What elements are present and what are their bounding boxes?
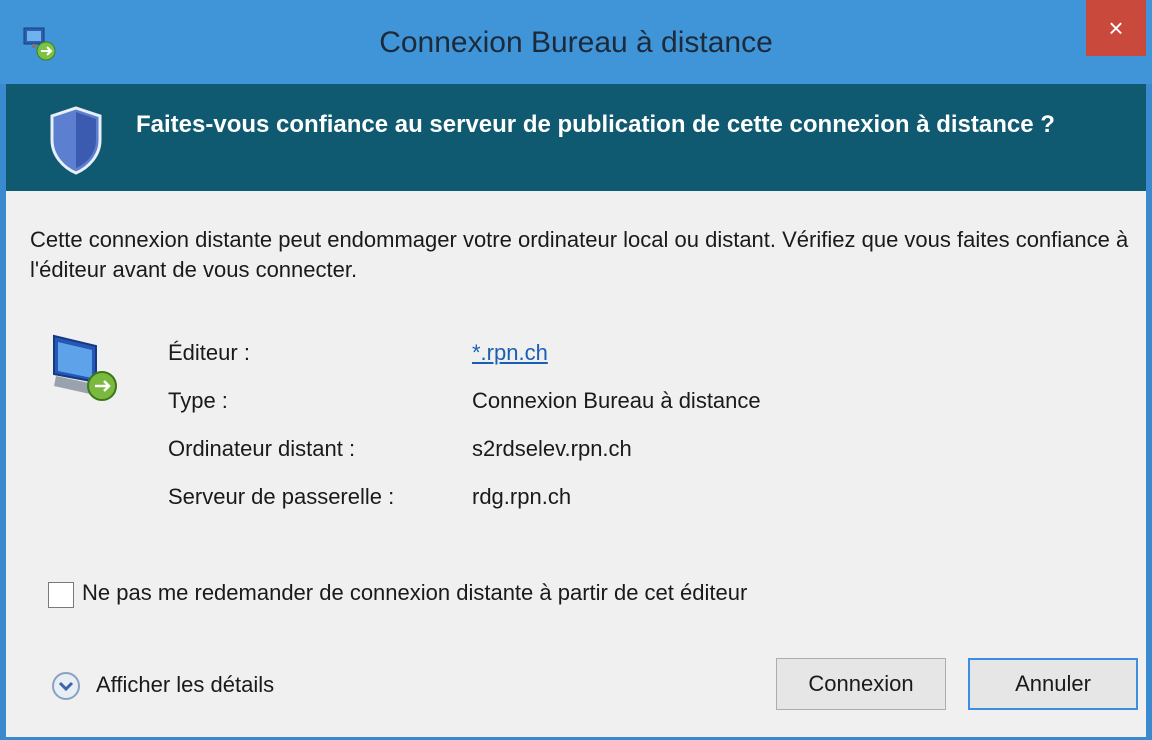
show-details-link[interactable]: Afficher les détails <box>96 672 274 698</box>
header-banner: Faites-vous confiance au serveur de publ… <box>6 84 1146 191</box>
title-bar[interactable]: Connexion Bureau à distance × <box>0 0 1152 84</box>
type-value: Connexion Bureau à distance <box>472 388 761 413</box>
publisher-label: Éditeur : <box>168 340 250 365</box>
window-title: Connexion Bureau à distance <box>379 26 773 59</box>
connect-button[interactable]: Connexion <box>776 658 946 710</box>
banner-question: Faites-vous confiance au serveur de publ… <box>136 111 1055 138</box>
publisher-link[interactable]: *.rpn.ch <box>472 340 548 366</box>
type-label: Type : <box>168 388 228 413</box>
dont-ask-again-label[interactable]: Ne pas me redemander de connexion distan… <box>82 580 747 606</box>
dont-ask-again-checkbox[interactable] <box>48 582 74 608</box>
chevron-down-icon[interactable] <box>50 670 82 702</box>
shield-icon <box>50 106 102 175</box>
rdp-dialog: Connexion Bureau à distance × Faites-vou… <box>0 0 1152 740</box>
warning-text: Cette connexion distante peut endommager… <box>30 227 1129 282</box>
remote-computer-icon <box>53 334 117 401</box>
close-button[interactable]: × <box>1086 0 1146 56</box>
cancel-button[interactable]: Annuler <box>968 658 1138 710</box>
gateway-server-label: Serveur de passerelle : <box>168 484 395 509</box>
remote-computer-label: Ordinateur distant : <box>168 436 356 461</box>
gateway-server-value: rdg.rpn.ch <box>472 484 572 509</box>
remote-computer-value: s2rdselev.rpn.ch <box>472 436 632 461</box>
